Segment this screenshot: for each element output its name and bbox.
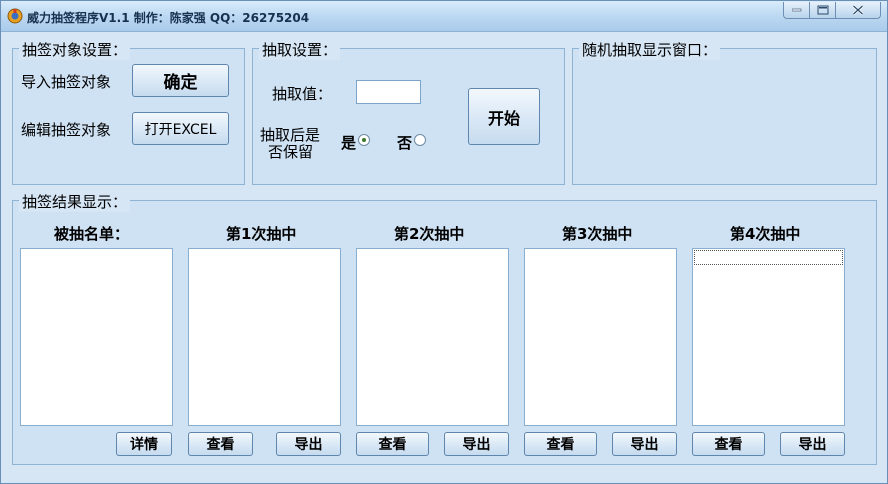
no-label: 否 (397, 134, 413, 152)
list-focus-row[interactable] (694, 250, 843, 265)
candidates-header: 被抽名单： (54, 225, 130, 243)
random-display-group: 随机抽取显示窗口： (572, 39, 877, 185)
yes-radio[interactable] (358, 134, 370, 146)
draw-value-input[interactable] (356, 80, 421, 104)
draw4-view-button[interactable]: 查看 (692, 432, 765, 456)
results-group-title: 抽签结果显示： (19, 191, 131, 212)
keep-label-line2: 否保留 (268, 143, 314, 161)
draw2-export-button[interactable]: 导出 (444, 432, 509, 456)
keep-label-line1: 抽取后是 (260, 126, 321, 144)
draw3-header: 第3次抽中 (562, 225, 633, 243)
setup-group-title: 抽签对象设置： (19, 39, 131, 60)
draw2-list[interactable] (356, 248, 509, 426)
draw4-list[interactable] (692, 248, 845, 426)
draw4-header: 第4次抽中 (730, 225, 801, 243)
draw-value-label: 抽取值： (272, 85, 333, 103)
app-icon (7, 8, 23, 24)
details-button[interactable]: 详情 (116, 432, 172, 456)
draw1-view-button[interactable]: 查看 (188, 432, 253, 456)
close-button[interactable] (835, 2, 881, 19)
draw1-export-button[interactable]: 导出 (276, 432, 341, 456)
import-label: 导入抽签对象 (21, 73, 112, 91)
yes-label: 是 (341, 134, 357, 152)
draw-settings-title: 抽取设置： (259, 39, 341, 60)
confirm-button[interactable]: 确定 (132, 64, 229, 97)
draw3-view-button[interactable]: 查看 (524, 432, 597, 456)
minimize-button[interactable] (783, 2, 810, 19)
draw3-list[interactable] (524, 248, 677, 426)
draw1-header: 第1次抽中 (226, 225, 297, 243)
maximize-button[interactable] (809, 2, 836, 19)
draw3-export-button[interactable]: 导出 (612, 432, 677, 456)
start-button[interactable]: 开始 (468, 88, 540, 145)
candidates-list[interactable] (20, 248, 173, 426)
draw2-header: 第2次抽中 (394, 225, 465, 243)
open-excel-button[interactable]: 打开EXCEL (132, 112, 229, 145)
maximize-icon (817, 5, 828, 15)
app-window: 威力抽签程序V1.1 制作：陈家强 QQ：26275204 抽签对象设置： 导入… (0, 0, 888, 484)
edit-label: 编辑抽签对象 (21, 121, 112, 139)
no-radio[interactable] (414, 134, 426, 146)
random-display-title: 随机抽取显示窗口： (579, 39, 721, 60)
minimize-icon (791, 8, 801, 12)
draw2-view-button[interactable]: 查看 (356, 432, 429, 456)
window-title: 威力抽签程序V1.1 制作：陈家强 QQ：26275204 (27, 11, 310, 25)
close-icon (852, 5, 864, 15)
draw4-export-button[interactable]: 导出 (780, 432, 845, 456)
title-bar[interactable]: 威力抽签程序V1.1 制作：陈家强 QQ：26275204 (1, 1, 887, 32)
draw1-list[interactable] (188, 248, 341, 426)
